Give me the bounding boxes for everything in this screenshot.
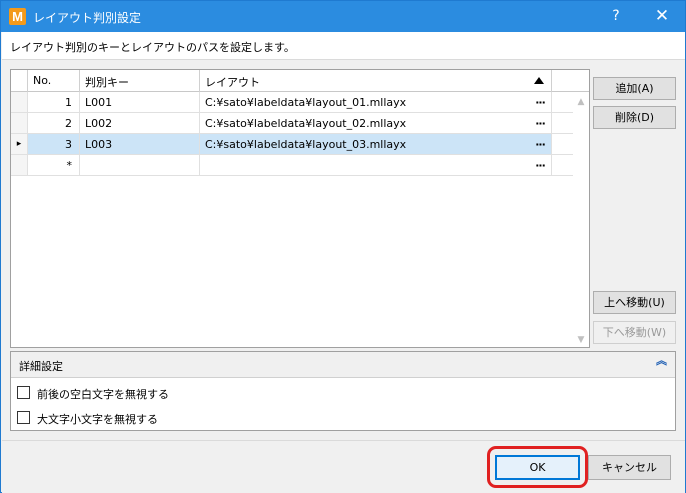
cell-key[interactable]: L001 bbox=[80, 92, 200, 112]
add-button[interactable]: 追加(A) bbox=[593, 77, 676, 100]
ignore-whitespace-label[interactable]: 前後の空白文字を無視する bbox=[37, 386, 169, 402]
cell-empty bbox=[552, 92, 573, 112]
layout-grid[interactable]: No. 判別キー レイアウト 1 L001 C:¥sato¥labeldata¥… bbox=[10, 69, 590, 348]
move-down-button[interactable]: 下へ移動(W) bbox=[593, 321, 676, 344]
cell-key[interactable] bbox=[80, 155, 200, 175]
cell-no: 2 bbox=[28, 113, 80, 133]
cell-layout[interactable]: C:¥sato¥labeldata¥layout_03.mllayx bbox=[200, 134, 529, 154]
cell-key[interactable]: L002 bbox=[80, 113, 200, 133]
row-header[interactable] bbox=[11, 113, 28, 133]
row-header[interactable] bbox=[11, 155, 28, 175]
dialog-window: M レイアウト判別設定 ? ✕ レイアウト判別のキーとレイアウトのパスを設定しま… bbox=[0, 0, 686, 493]
table-row-selected[interactable]: ▸ 3 L003 C:¥sato¥labeldata¥layout_03.mll… bbox=[11, 134, 573, 155]
browse-button[interactable]: ··· bbox=[529, 134, 552, 154]
cancel-button[interactable]: キャンセル bbox=[588, 455, 671, 480]
cell-layout[interactable]: C:¥sato¥labeldata¥layout_01.mllayx bbox=[200, 92, 529, 112]
move-up-button[interactable]: 上へ移動(U) bbox=[593, 291, 676, 314]
ignore-case-checkbox[interactable] bbox=[17, 411, 30, 424]
scroll-down-icon[interactable]: ▼ bbox=[573, 332, 589, 348]
row-header-corner bbox=[11, 70, 28, 92]
row-header[interactable] bbox=[11, 92, 28, 112]
browse-button[interactable]: ··· bbox=[529, 92, 552, 112]
cell-empty bbox=[552, 155, 573, 175]
close-button[interactable]: ✕ bbox=[639, 1, 685, 32]
help-button[interactable]: ? bbox=[593, 1, 639, 32]
column-header-key[interactable]: 判別キー bbox=[80, 70, 200, 92]
cell-no: 3 bbox=[28, 134, 80, 154]
cell-no: 1 bbox=[28, 92, 80, 112]
cell-empty bbox=[552, 113, 573, 133]
current-row-indicator-icon[interactable]: ▸ bbox=[11, 134, 28, 154]
grid-header: No. 判別キー レイアウト bbox=[11, 70, 589, 92]
ignore-whitespace-checkbox[interactable] bbox=[17, 386, 30, 399]
cell-key[interactable]: L003 bbox=[80, 134, 200, 154]
cell-layout[interactable] bbox=[200, 155, 529, 175]
sort-ascending-icon bbox=[534, 77, 544, 84]
new-row-marker: * bbox=[28, 155, 80, 175]
dialog-title: レイアウト判別設定 bbox=[33, 11, 142, 25]
column-header-layout[interactable]: レイアウト bbox=[200, 70, 552, 92]
table-row[interactable]: 1 L001 C:¥sato¥labeldata¥layout_01.mllay… bbox=[11, 92, 573, 113]
vertical-scrollbar[interactable]: ▲ ▼ bbox=[573, 92, 589, 347]
title-bar[interactable]: M レイアウト判別設定 ? ✕ bbox=[1, 1, 685, 32]
column-header-no[interactable]: No. bbox=[28, 70, 80, 92]
details-panel: 詳細設定 ︽ 前後の空白文字を無視する 大文字小文字を無視する bbox=[10, 351, 676, 431]
cell-layout[interactable]: C:¥sato¥labeldata¥layout_02.mllayx bbox=[200, 113, 529, 133]
app-icon: M bbox=[9, 8, 26, 25]
table-row[interactable]: 2 L002 C:¥sato¥labeldata¥layout_02.mllay… bbox=[11, 113, 573, 134]
table-row-new[interactable]: * ··· bbox=[11, 155, 573, 176]
delete-button[interactable]: 削除(D) bbox=[593, 106, 676, 129]
cell-empty bbox=[552, 134, 573, 154]
description-text: レイアウト判別のキーとレイアウトのパスを設定します。 bbox=[2, 32, 685, 60]
ok-button[interactable]: OK bbox=[495, 455, 580, 480]
details-title: 詳細設定 bbox=[19, 360, 63, 373]
scroll-up-icon[interactable]: ▲ bbox=[573, 94, 589, 110]
browse-button[interactable]: ··· bbox=[529, 155, 552, 175]
details-header[interactable]: 詳細設定 bbox=[11, 352, 675, 378]
browse-button[interactable]: ··· bbox=[529, 113, 552, 133]
ignore-case-label[interactable]: 大文字小文字を無視する bbox=[37, 411, 158, 427]
collapse-icon[interactable]: ︽ bbox=[656, 355, 667, 366]
